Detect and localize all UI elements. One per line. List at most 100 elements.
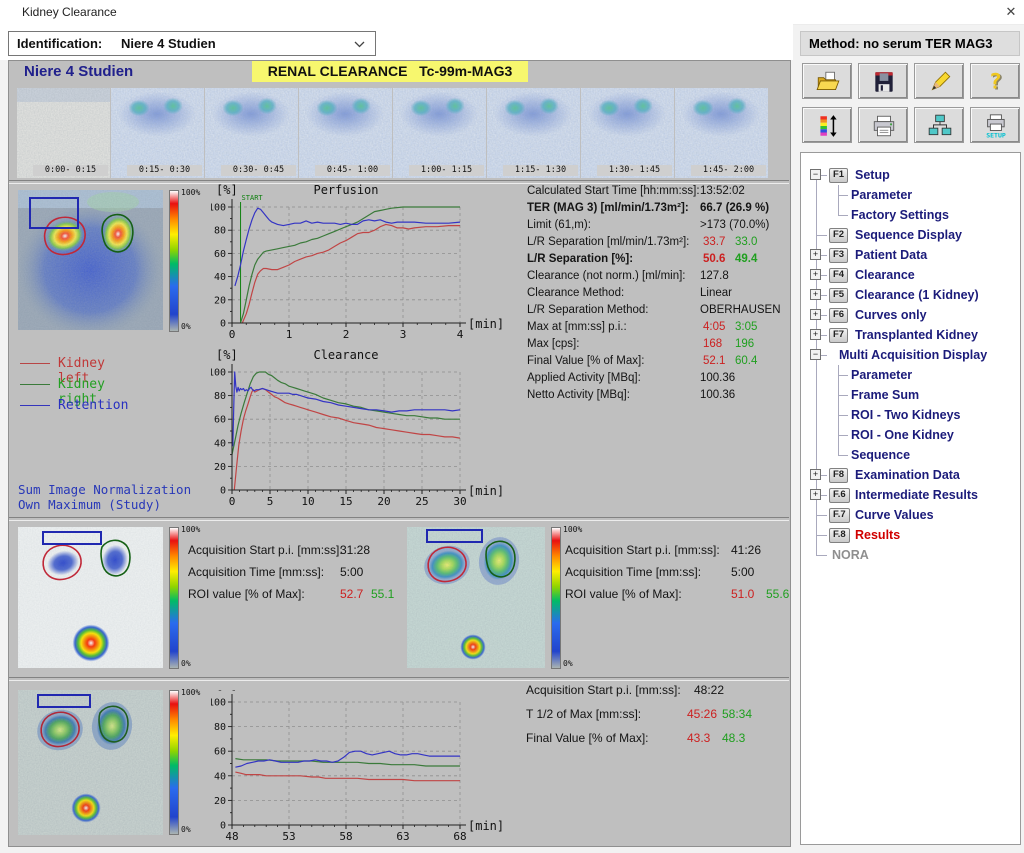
result-label: TER (MAG 3) [ml/min/1.73m²]: [527, 202, 689, 214]
perfusion-chart: START02040608010001234Perfusion[%][min] [211, 182, 511, 350]
tree-expand-plus-icon[interactable]: + [810, 249, 821, 260]
tree-item-label[interactable]: Curves only [855, 308, 927, 322]
roi-right-label: Acquisition Start p.i. [mm:ss]: [565, 543, 720, 557]
tree-item-label[interactable]: Setup [855, 168, 890, 182]
tree-item[interactable]: F2Sequence Display [801, 225, 1020, 245]
tree-item[interactable]: Factory Settings [801, 205, 1020, 225]
result-label: Clearance Method: [527, 287, 624, 299]
film-frame-time: 0:15- 0:30 [127, 165, 202, 176]
toolbar-button-network-print[interactable] [914, 107, 964, 143]
tree-item[interactable]: ROI - Two Kidneys [801, 405, 1020, 425]
late-value-left: 45:26 [687, 707, 717, 721]
roi-right-value-right: 55.6 [766, 587, 789, 601]
tree-item-label[interactable]: Curve Values [855, 508, 934, 522]
tree-expand-plus-icon[interactable]: + [810, 309, 821, 320]
tree-item-label[interactable]: NORA [832, 548, 869, 562]
color-scale-min-label: 0% [563, 659, 573, 668]
tree-fkey-badge: F.7 [829, 508, 850, 523]
svg-text:100: 100 [211, 368, 226, 379]
tree-item-label[interactable]: Examination Data [855, 468, 960, 482]
tree-item-label[interactable]: Multi Acquisition Display [839, 348, 987, 362]
tree-item-label[interactable]: Sequence Display [855, 228, 962, 242]
late-value-right: 58:34 [722, 707, 752, 721]
tree-connector [816, 515, 827, 516]
tree-item[interactable]: F.8Results [801, 525, 1020, 545]
late-phase-image [18, 690, 163, 835]
film-frame: 1:15- 1:30 [487, 88, 580, 178]
tree-expand-plus-icon[interactable]: + [810, 489, 821, 500]
tree-item[interactable]: Sequence [801, 445, 1020, 465]
svg-text:20: 20 [214, 295, 226, 306]
svg-text:0: 0 [229, 328, 236, 341]
tree-item[interactable]: −F1Setup [801, 165, 1020, 185]
tree-item-label[interactable]: ROI - Two Kidneys [851, 408, 961, 422]
svg-text:53: 53 [282, 830, 295, 843]
tree-item-label[interactable]: ROI - One Kidney [851, 428, 954, 442]
svg-text:20: 20 [214, 796, 226, 807]
tree-item-label[interactable]: Factory Settings [851, 208, 949, 222]
tree-expand-plus-icon[interactable]: + [810, 469, 821, 480]
tree-item[interactable]: − Multi Acquisition Display [801, 345, 1020, 365]
tree-item[interactable]: Frame Sum [801, 385, 1020, 405]
tree-item-label[interactable]: Results [855, 528, 900, 542]
color-scale-min-label: 0% [181, 322, 191, 331]
tree-expand-plus-icon[interactable]: + [810, 329, 821, 340]
film-frame-time: 1:00- 1:15 [409, 165, 484, 176]
toolbar-button-open-folder[interactable] [802, 63, 852, 99]
clearance-chart: 020406080100051015202530Clearance[%][min… [211, 347, 511, 517]
identification-select[interactable]: Identification: Niere 4 Studien [8, 31, 376, 56]
color-scale-bar [169, 527, 179, 669]
tree-item[interactable]: Parameter [801, 365, 1020, 385]
tree-item[interactable]: +F.6Intermediate Results [801, 485, 1020, 505]
roi-left-value: 31:28 [340, 543, 370, 557]
toolbar-button-help[interactable]: ?? [970, 63, 1020, 99]
print-icon [871, 113, 897, 139]
tree-item-label[interactable]: Parameter [851, 188, 912, 202]
tree-item[interactable]: F.7 Curve Values [801, 505, 1020, 525]
film-frame-time: 1:15- 1:30 [503, 165, 578, 176]
tree-item-label[interactable]: Patient Data [855, 248, 927, 262]
tree-item[interactable]: +F8Examination Data [801, 465, 1020, 485]
toolbar-button-save[interactable] [858, 63, 908, 99]
tree-connector [816, 535, 827, 536]
toolbar-button-print-setup[interactable]: SETUP [970, 107, 1020, 143]
tree-item[interactable]: +F7Transplanted Kidney [801, 325, 1020, 345]
method-header: Method: no serum TER MAG3 [800, 31, 1020, 56]
tree-item[interactable]: +F6Curves only [801, 305, 1020, 325]
svg-text:40: 40 [214, 438, 226, 449]
color-scale-max-label: 100% [181, 525, 200, 534]
tree-item-label[interactable]: Transplanted Kidney [855, 328, 978, 342]
toolbar-button-color-scale[interactable] [802, 107, 852, 143]
kidney-sum-image [18, 190, 163, 330]
tree-connector [838, 445, 839, 455]
svg-text:40: 40 [214, 272, 226, 283]
tree-item[interactable]: +F3Patient Data [801, 245, 1020, 265]
tree-item[interactable]: +F5Clearance (1 Kidney) [801, 285, 1020, 305]
tree-connector [838, 205, 839, 215]
tree-item-label[interactable]: Intermediate Results [855, 488, 978, 502]
tree-item[interactable]: Parameter [801, 185, 1020, 205]
result-value-left: 50.6 [703, 253, 725, 265]
svg-text:15: 15 [339, 495, 352, 508]
svg-text:Clearance: Clearance [313, 348, 378, 362]
svg-text:?: ? [989, 70, 1002, 95]
tree-expand-minus-icon[interactable]: − [810, 349, 821, 360]
toolbar-button-edit-pencil[interactable] [914, 63, 964, 99]
tree-expand-minus-icon[interactable]: − [810, 169, 821, 180]
legend-label: Retention [58, 398, 128, 413]
svg-text:80: 80 [214, 226, 226, 237]
tree-item[interactable]: +F4Clearance [801, 265, 1020, 285]
tree-item[interactable]: NORA [801, 545, 1020, 565]
tree-expand-plus-icon[interactable]: + [810, 289, 821, 300]
tree-item-label[interactable]: Sequence [851, 448, 910, 462]
tree-item-label[interactable]: Clearance (1 Kidney) [855, 288, 979, 302]
window-title: Kidney Clearance [22, 5, 117, 19]
tree-item-label[interactable]: Parameter [851, 368, 912, 382]
toolbar-button-print[interactable] [858, 107, 908, 143]
tree-item-label[interactable]: Clearance [855, 268, 915, 282]
close-icon[interactable]: ✕ [1000, 3, 1022, 21]
tree-item[interactable]: ROI - One Kidney [801, 425, 1020, 445]
svg-text:0: 0 [220, 319, 226, 330]
tree-item-label[interactable]: Frame Sum [851, 388, 919, 402]
tree-expand-plus-icon[interactable]: + [810, 269, 821, 280]
